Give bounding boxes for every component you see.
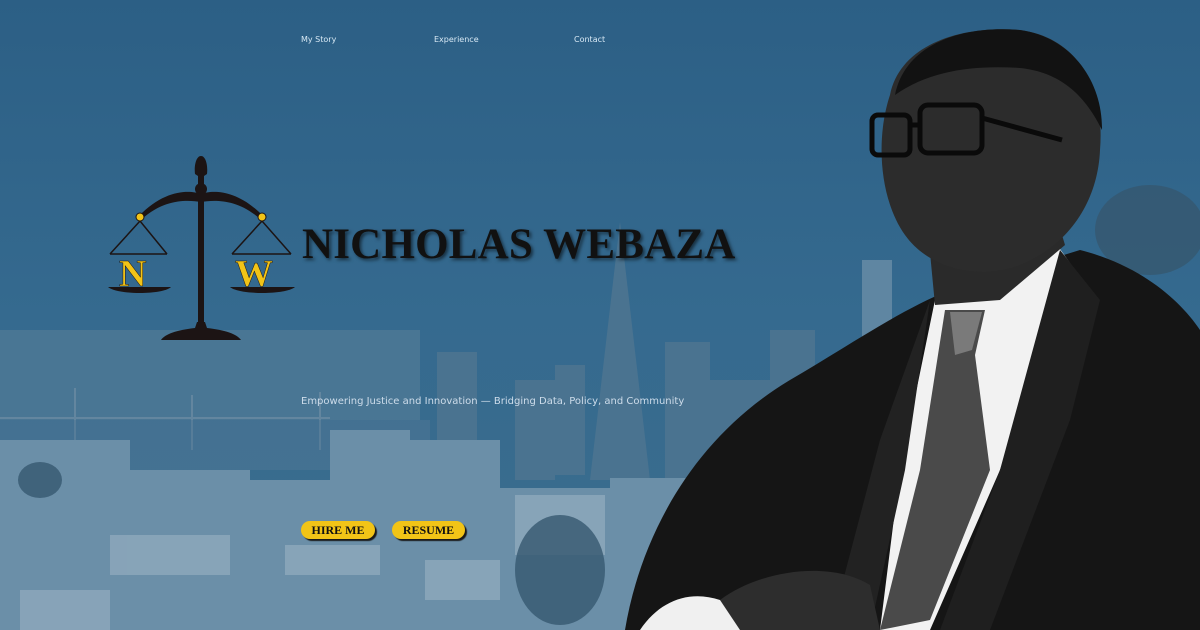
nav-link-experience[interactable]: Experience — [434, 35, 479, 44]
page-title: NICHOLAS WEBAZA — [302, 221, 736, 268]
tagline: Empowering Justice and Innovation — Brid… — [301, 396, 685, 407]
logo-letter-n: N — [119, 253, 146, 295]
logo-letter-w: W — [235, 253, 273, 295]
hire-me-button[interactable]: HIRE ME — [301, 521, 375, 539]
resume-button[interactable]: RESUME — [392, 521, 465, 539]
nav-link-contact[interactable]: Contact — [574, 35, 605, 44]
scales-of-justice-icon: N W — [105, 154, 300, 342]
nav-link-my-story[interactable]: My Story — [301, 35, 336, 44]
hero-section: My Story Experience Contact N W NICHOLAS… — [0, 0, 1200, 630]
